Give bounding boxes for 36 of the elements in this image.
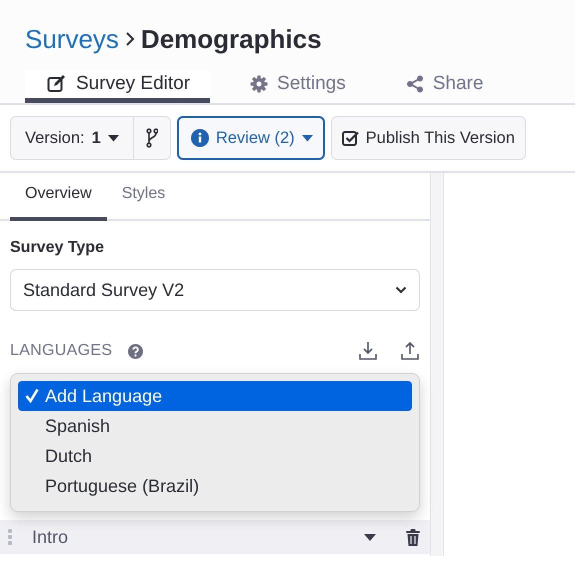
tab[interactable]: Settings bbox=[228, 70, 366, 103]
checkmark-icon bbox=[25, 388, 39, 403]
chevron-icon bbox=[124, 31, 135, 47]
branch-button[interactable] bbox=[134, 116, 171, 160]
info-icon bbox=[190, 129, 209, 147]
caret-icon bbox=[302, 134, 313, 142]
panel-tab[interactable]: Styles bbox=[106, 173, 180, 221]
drag-handle-icon[interactable] bbox=[8, 529, 12, 545]
field-label: Survey Type bbox=[10, 239, 105, 257]
caret-icon[interactable] bbox=[364, 534, 376, 540]
checkbox-icon bbox=[342, 130, 359, 146]
page-title: Demographics bbox=[140, 24, 322, 54]
publish-button[interactable]: Publish This Version bbox=[330, 116, 526, 160]
section-heading: LANGUAGES bbox=[10, 342, 112, 360]
settings-icon bbox=[250, 75, 268, 93]
trash-icon[interactable] bbox=[406, 528, 420, 546]
breadcrumb-link[interactable]: Surveys bbox=[25, 24, 119, 54]
survey-type-select[interactable]: Standard Survey V2 bbox=[10, 269, 420, 311]
caret-icon bbox=[108, 134, 119, 142]
upload-icon[interactable] bbox=[400, 341, 420, 361]
share-icon bbox=[406, 75, 424, 93]
resize-handle[interactable] bbox=[430, 173, 444, 556]
branch-icon bbox=[146, 128, 158, 148]
version-dropdown[interactable]: Version: 1 bbox=[10, 116, 134, 160]
panel-tab[interactable]: Overview bbox=[10, 173, 107, 221]
menu-item[interactable]: Dutch bbox=[18, 441, 412, 471]
menu-item[interactable]: Add Language bbox=[18, 381, 412, 411]
menu-item[interactable]: Portuguese (Brazil) bbox=[18, 471, 412, 501]
download-icon[interactable] bbox=[358, 341, 378, 361]
help-icon[interactable] bbox=[128, 344, 144, 358]
tab[interactable]: Share bbox=[384, 70, 504, 103]
review-dropdown[interactable]: Review (2) bbox=[176, 116, 325, 160]
menu-item[interactable]: Spanish bbox=[18, 411, 412, 441]
section-row[interactable]: Intro bbox=[0, 520, 430, 554]
edit-icon bbox=[47, 75, 67, 93]
chevron-icon bbox=[395, 286, 407, 294]
